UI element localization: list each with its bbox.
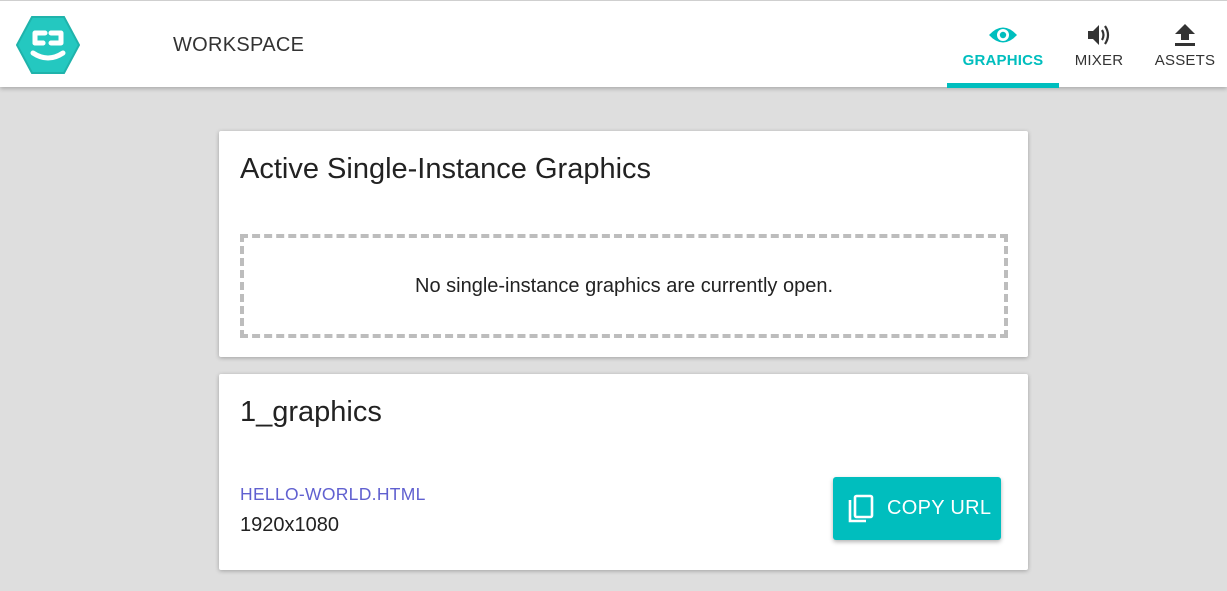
copy-url-button[interactable]: COPY URL [833,477,1001,540]
card-title: Active Single-Instance Graphics [240,153,652,185]
tab-mixer[interactable]: MIXER [1066,1,1132,87]
copy-icon [847,494,875,524]
active-graphics-card: Active Single-Instance Graphics No singl… [219,131,1028,357]
graphic-file-link[interactable]: HELLO-WORLD.HTML [240,484,426,505]
empty-state-box: No single-instance graphics are currentl… [240,234,1008,338]
tab-assets-label: ASSETS [1154,52,1216,69]
upload-icon [1174,23,1196,47]
copy-url-label: COPY URL [887,497,992,519]
top-toolbar: WORKSPACE GRAPHICS MIXER ASSETS [0,0,1227,88]
tab-mixer-label: MIXER [1074,52,1124,69]
tab-graphics-label: GRAPHICS [962,52,1044,69]
nodecg-logo-icon[interactable] [15,15,81,75]
empty-state-message: No single-instance graphics are currentl… [415,274,833,297]
tab-assets[interactable]: ASSETS [1148,1,1222,87]
bundle-card: 1_graphics HELLO-WORLD.HTML 1920x1080 CO… [219,374,1028,570]
bundle-title: 1_graphics [240,396,382,428]
volume-icon [1086,23,1112,47]
page-title: WORKSPACE [173,34,305,56]
tab-graphics[interactable]: GRAPHICS [947,1,1059,88]
eye-icon [988,23,1018,47]
graphic-resolution: 1920x1080 [240,514,339,536]
